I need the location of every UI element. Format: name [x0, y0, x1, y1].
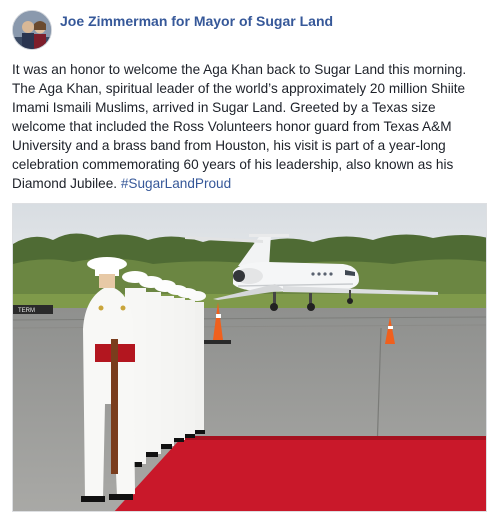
photo-illustration: TERM — [13, 204, 486, 511]
author-name-link[interactable]: Joe Zimmerman for Mayor of Sugar Land — [60, 13, 333, 29]
post-header: Joe Zimmerman for Mayor of Sugar Land — [12, 10, 482, 52]
post-photo[interactable]: TERM — [12, 203, 487, 512]
avatar-image — [13, 11, 51, 49]
facebook-post: Joe Zimmerman for Mayor of Sugar Land It… — [0, 0, 499, 520]
post-body-text: It was an honor to welcome the Aga Khan … — [12, 62, 467, 191]
avatar[interactable] — [12, 10, 52, 50]
post-text: It was an honor to welcome the Aga Khan … — [12, 60, 488, 193]
runway-sign-text: TERM — [18, 308, 35, 314]
hashtag-link[interactable]: #SugarLandProud — [121, 176, 231, 191]
